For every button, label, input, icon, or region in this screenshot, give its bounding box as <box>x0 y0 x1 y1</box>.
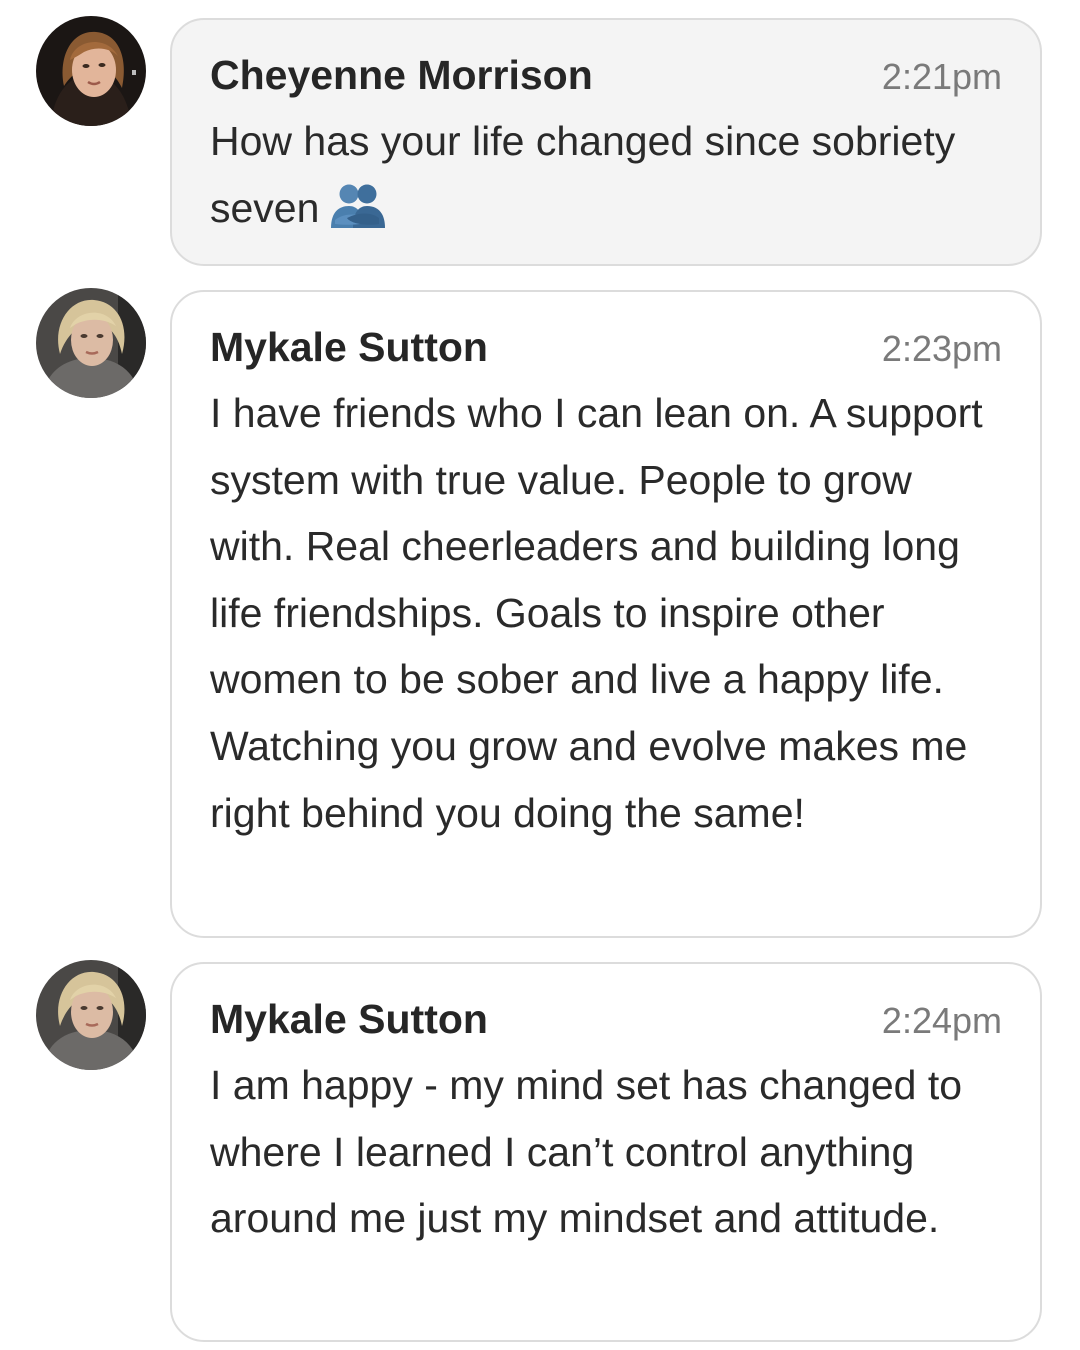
author-name[interactable]: Cheyenne Morrison <box>210 52 593 99</box>
avatar-photo <box>36 288 146 398</box>
avatar-mykale[interactable] <box>36 960 146 1070</box>
message-header: Mykale Sutton 2:24pm <box>210 994 1002 1046</box>
message-bubble: Cheyenne Morrison 2:21pm How has your li… <box>170 18 1042 266</box>
message-text: I am happy - my mind set has changed to … <box>210 1062 963 1242</box>
message-time: 2:21pm <box>881 56 1002 97</box>
author-name[interactable]: Mykale Sutton <box>210 996 488 1043</box>
message-bubble: Mykale Sutton 2:24pm I am happy - my min… <box>170 962 1042 1342</box>
message-text: I have friends who I can lean on. A supp… <box>210 390 983 836</box>
message-text: How has your life changed since sobriety… <box>210 108 1002 241</box>
avatar-mykale[interactable] <box>36 288 146 398</box>
message-time: 2:23pm <box>881 328 1002 369</box>
message-bubble: Mykale Sutton 2:23pm I have friends who … <box>170 290 1042 938</box>
people-hugging-icon <box>329 182 387 232</box>
avatar-cheyenne[interactable] <box>36 16 146 126</box>
message-time: 2:24pm <box>881 1000 1002 1041</box>
message-header: Cheyenne Morrison 2:21pm <box>210 50 1002 102</box>
author-name[interactable]: Mykale Sutton <box>210 324 488 371</box>
message-header: Mykale Sutton 2:23pm <box>210 322 1002 374</box>
avatar-photo <box>36 960 146 1070</box>
avatar-photo <box>36 16 146 126</box>
message-text-content: How has your life changed since sobriety… <box>210 118 956 231</box>
